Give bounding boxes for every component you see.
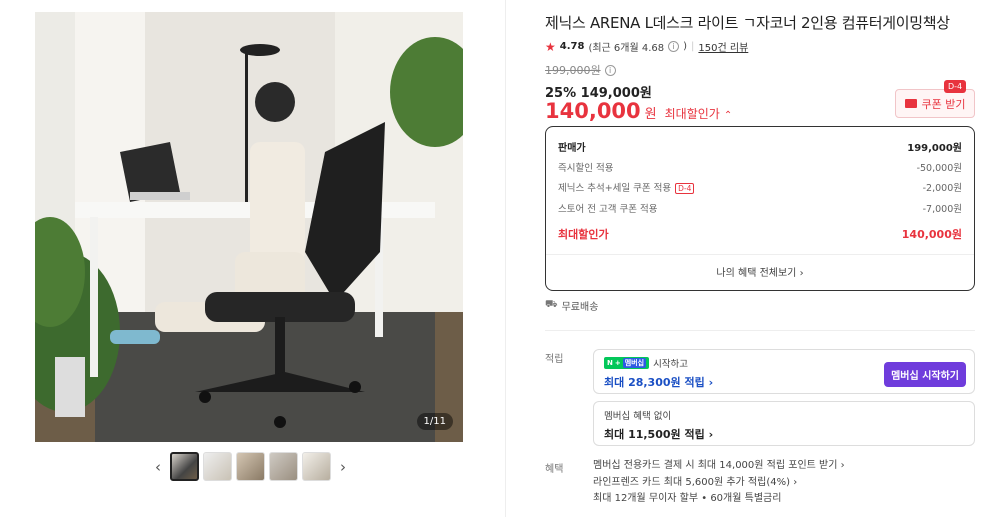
thumbnail-2[interactable]: [203, 452, 232, 481]
divider: [545, 330, 975, 331]
coupon-icon: [904, 99, 917, 108]
benefit-text: 라인프렌즈 카드 최대 5,600원 추가 적립(4%): [593, 476, 790, 488]
rating-recent: (최근 6개월 4.68: [588, 43, 665, 54]
final-price-unit: 원: [644, 107, 657, 122]
basic-card-small: 멤버십 혜택 없이: [604, 411, 672, 422]
basic-points-card[interactable]: 멤버십 혜택 없이 최대 11,500원 적립 ›: [593, 401, 975, 446]
chevron-right-icon: ›: [708, 376, 714, 389]
separator: |: [691, 41, 695, 52]
price-row-label: 즉시할인 적용: [558, 162, 614, 174]
price-row-value: -2,000원: [922, 183, 962, 195]
benefit-item[interactable]: 라인프렌즈 카드 최대 5,600원 추가 적립(4%) ›: [593, 475, 845, 492]
original-price-row: 199,000원 i: [545, 62, 616, 78]
benefit-text: 멤버십 전용카드 결제 시 최대 14,000원 적립 포인트 받기: [593, 460, 838, 471]
badge-n: N: [607, 359, 613, 367]
deadline-tag: D-4: [675, 183, 695, 195]
basic-points-amount: 최대 11,500원 적립 ›: [604, 426, 964, 442]
shipping-info: ⛟ 무료배송: [545, 298, 598, 313]
info-icon[interactable]: i: [668, 41, 680, 52]
benefit-item[interactable]: 멤버십 전용카드 결제 시 최대 14,000원 적립 포인트 받기 ›: [593, 458, 845, 475]
thumbnail-strip: ‹ ›: [150, 452, 351, 481]
chevron-right-icon: ›: [799, 268, 804, 279]
membership-points-text: 최대 28,300원 적립: [604, 376, 705, 389]
price-row-value: 199,000원: [907, 142, 962, 154]
max-discount-row: 최대할인가 140,000원: [558, 224, 962, 245]
chevron-right-icon: ›: [708, 428, 714, 441]
basic-points-text: 최대 11,500원 적립: [604, 428, 705, 441]
rating-score: 4.78: [559, 41, 585, 52]
benefit-text: 최대 12개월 무이자 할부 • 60개월 특별금리: [593, 493, 782, 504]
thumbnail-4[interactable]: [269, 452, 298, 481]
shipping-label: 무료배송: [561, 302, 599, 313]
final-price: 140,000: [545, 99, 641, 123]
benefits-label: 혜택: [545, 464, 564, 475]
chevron-right-icon[interactable]: ›: [335, 458, 351, 476]
start-membership-button[interactable]: 멤버십 시작하기: [884, 362, 966, 387]
naver-plus-badge: N + 멤버십: [604, 357, 650, 369]
price-row-value: -50,000원: [916, 162, 962, 174]
price-row: 제닉스 추석+세일 쿠폰 적용 D-4 -2,000원: [558, 177, 962, 198]
truck-icon: ⛟: [545, 299, 558, 310]
star-icon: ★: [545, 39, 556, 54]
thumbnail-5[interactable]: [302, 452, 331, 481]
product-title: 제닉스 ARENA L데스크 라이트 ㄱ자코너 2인용 컴퓨터게이밍책상: [545, 14, 950, 32]
coupon-deadline-badge: D-4: [944, 80, 967, 93]
price-row-label-text: 제닉스 추석+세일 쿠폰 적용: [558, 183, 672, 195]
max-discount-value: 140,000원: [901, 228, 962, 242]
price-row-label: 스토어 전 고객 쿠폰 적용: [558, 203, 658, 215]
benefits-list: 멤버십 전용카드 결제 시 최대 14,000원 적립 포인트 받기 › 라인프…: [593, 458, 845, 508]
rating-row: ★ 4.78 (최근 6개월 4.68 i) | 150건 리뷰: [545, 39, 748, 55]
price-row-label: 판매가: [558, 142, 586, 154]
review-count-link[interactable]: 150건 리뷰: [698, 39, 748, 54]
price-breakdown-box: 판매가 199,000원 즉시할인 적용 -50,000원 제닉스 추석+세일 …: [545, 126, 975, 291]
original-price: 199,000원: [545, 64, 601, 77]
view-all-benefits-label: 나의 혜택 전체보기: [716, 268, 797, 279]
badge-plus: +: [614, 359, 621, 367]
benefit-item: 최대 12개월 무이자 할부 • 60개월 특별금리: [593, 491, 845, 508]
thumbnail-3[interactable]: [236, 452, 265, 481]
rating-recent-close: ): [683, 41, 688, 52]
image-counter: 1/11: [416, 413, 453, 430]
final-price-row[interactable]: 140,000 원 최대할인가 ⌃: [545, 99, 732, 123]
price-row: 즉시할인 적용 -50,000원: [558, 157, 962, 178]
coupon-label: 쿠폰 받기: [921, 97, 966, 111]
membership-card-small: 시작하고: [653, 359, 689, 370]
chevron-up-icon: ⌃: [723, 110, 733, 121]
max-discount-label: 최대할인가: [558, 228, 609, 242]
chevron-left-icon[interactable]: ‹: [150, 458, 166, 476]
membership-points-card[interactable]: N + 멤버십 시작하고 최대 28,300원 적립 › 멤버십 시작하기: [593, 349, 975, 394]
chevron-right-icon: ›: [793, 476, 798, 488]
badge-membership: 멤버십: [622, 358, 647, 368]
thumbnail-1[interactable]: [170, 452, 199, 481]
final-price-label: 최대할인가: [664, 107, 720, 121]
product-main-image[interactable]: 1/11: [35, 12, 463, 442]
chevron-right-icon: ›: [840, 460, 845, 471]
column-divider: [505, 0, 506, 517]
points-label: 적립: [545, 354, 564, 365]
coupon-button[interactable]: D-4 쿠폰 받기: [895, 80, 975, 118]
price-row-label: 제닉스 추석+세일 쿠폰 적용 D-4: [558, 180, 695, 195]
price-row-value: -7,000원: [922, 203, 962, 215]
product-gallery: 1/11 ‹ ›: [0, 0, 500, 517]
info-icon[interactable]: i: [604, 64, 616, 76]
divider: [546, 254, 974, 255]
price-row: 판매가 199,000원: [558, 136, 962, 157]
price-row: 스토어 전 고객 쿠폰 적용 -7,000원: [558, 198, 962, 219]
view-all-benefits-link[interactable]: 나의 혜택 전체보기 ›: [546, 264, 974, 279]
